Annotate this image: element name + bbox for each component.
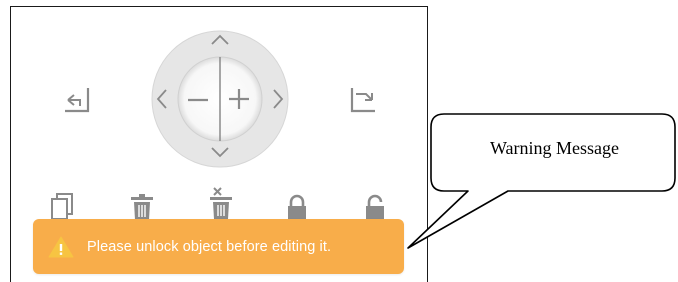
warning-icon bbox=[47, 235, 75, 259]
chevron-up-icon[interactable] bbox=[210, 34, 230, 46]
warning-message: Please unlock object before editing it. bbox=[87, 238, 332, 255]
minus-icon[interactable] bbox=[186, 89, 210, 111]
lock-icon[interactable] bbox=[286, 194, 308, 222]
trash-cut-icon[interactable] bbox=[208, 186, 234, 220]
unlock-icon[interactable] bbox=[364, 194, 388, 222]
trash-icon[interactable] bbox=[130, 193, 154, 221]
rotate-left-icon[interactable] bbox=[62, 86, 92, 114]
rotate-right-icon[interactable] bbox=[348, 86, 378, 114]
callout-label: Warning Message bbox=[489, 138, 619, 158]
plus-icon[interactable] bbox=[228, 88, 250, 110]
copy-icon[interactable] bbox=[50, 192, 74, 222]
chevron-right-icon[interactable] bbox=[272, 88, 284, 110]
callout-bubble bbox=[400, 108, 678, 255]
chevron-down-icon[interactable] bbox=[210, 146, 230, 158]
chevron-left-icon[interactable] bbox=[156, 88, 168, 110]
warning-toast: Please unlock object before editing it. bbox=[33, 219, 404, 274]
